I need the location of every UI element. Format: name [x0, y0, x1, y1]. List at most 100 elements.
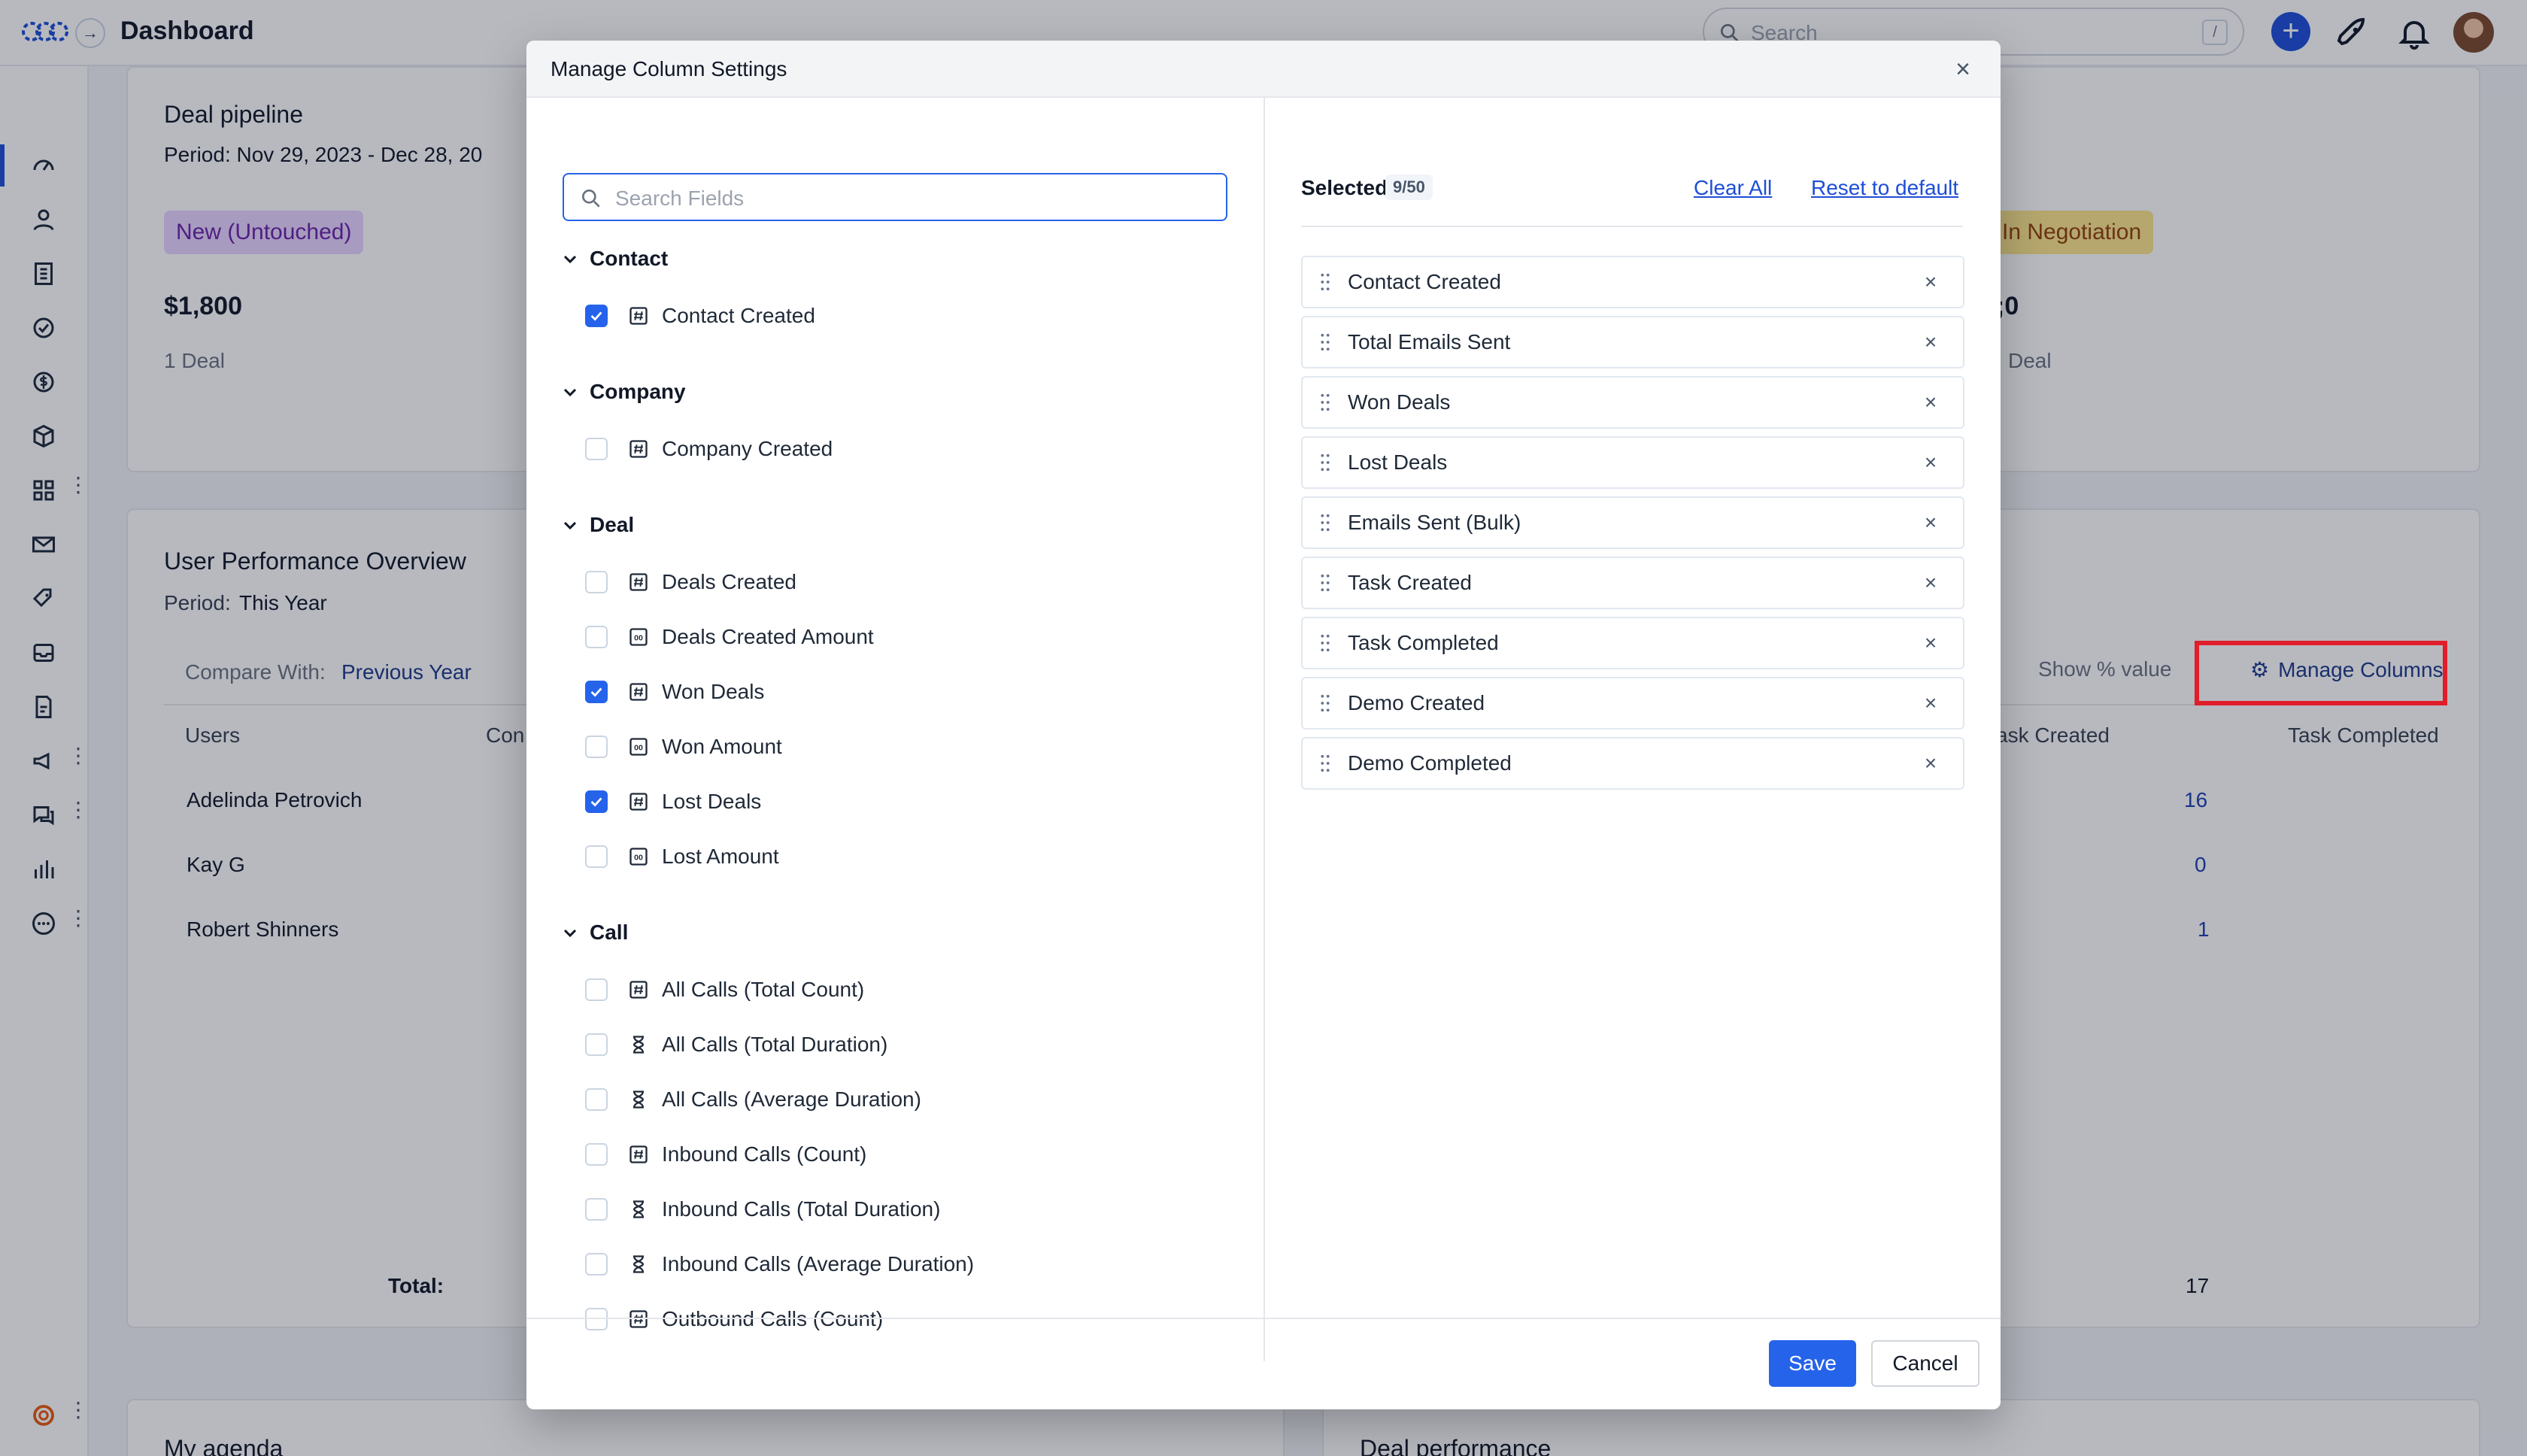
- field-option-label: Outbound Calls (Count): [662, 1307, 884, 1330]
- checkbox[interactable]: [585, 626, 608, 648]
- drag-handle-icon[interactable]: [1319, 453, 1337, 472]
- field-group-label: Contact: [590, 247, 669, 270]
- checkbox[interactable]: [585, 736, 608, 758]
- field-option[interactable]: All Calls (Average Duration): [585, 1084, 921, 1115]
- remove-icon[interactable]: ×: [1919, 330, 1942, 354]
- field-option[interactable]: All Calls (Total Duration): [585, 1030, 887, 1060]
- field-option[interactable]: Outbound Calls (Count): [585, 1304, 883, 1334]
- drag-handle-icon[interactable]: [1319, 393, 1337, 412]
- decimal-field-icon: 00: [627, 845, 650, 868]
- chevron-down-icon: [563, 929, 577, 938]
- svg-text:00: 00: [634, 744, 643, 753]
- checkbox[interactable]: [585, 571, 608, 593]
- remove-icon[interactable]: ×: [1919, 571, 1942, 595]
- chevron-down-icon: [563, 255, 577, 264]
- selected-fields-pane: Selected 9/50 Clear All Reset to default…: [1265, 98, 2001, 1361]
- selected-field-label: Lost Deals: [1348, 450, 1448, 474]
- drag-handle-icon[interactable]: [1319, 754, 1337, 773]
- field-option-label: Deals Created: [662, 570, 796, 593]
- field-option[interactable]: Inbound Calls (Count): [585, 1139, 866, 1169]
- field-option[interactable]: 00 Won Amount: [585, 732, 782, 762]
- checkbox[interactable]: [585, 1253, 608, 1276]
- check-icon: [590, 311, 602, 321]
- selected-field-item[interactable]: Task Completed ×: [1301, 617, 1964, 669]
- field-option[interactable]: Inbound Calls (Total Duration): [585, 1194, 940, 1224]
- available-fields-pane: Search Fields Contact Contact Created Comp…: [526, 98, 1265, 1361]
- close-icon: ×: [1955, 55, 1970, 83]
- save-button[interactable]: Save: [1769, 1340, 1856, 1387]
- checkbox-checked[interactable]: [585, 790, 608, 813]
- hourglass-icon: [627, 1253, 650, 1276]
- field-option[interactable]: All Calls (Total Count): [585, 975, 864, 1005]
- remove-icon[interactable]: ×: [1919, 751, 1942, 775]
- field-group-header[interactable]: Call: [561, 921, 628, 945]
- checkbox[interactable]: [585, 1143, 608, 1166]
- drag-handle-icon[interactable]: [1319, 272, 1337, 292]
- selected-count-badge: 9/50: [1385, 174, 1433, 200]
- remove-icon[interactable]: ×: [1919, 390, 1942, 414]
- dialog-header: Manage Column Settings ×: [526, 41, 2001, 98]
- field-option-label: Inbound Calls (Total Duration): [662, 1197, 941, 1221]
- field-option[interactable]: Won Deals: [585, 677, 764, 707]
- check-icon: [590, 687, 602, 697]
- checkbox-checked[interactable]: [585, 305, 608, 327]
- number-field-icon: [627, 1308, 650, 1330]
- clear-all-link[interactable]: Clear All: [1694, 176, 1772, 200]
- checkbox[interactable]: [585, 1198, 608, 1221]
- field-option[interactable]: Contact Created: [585, 301, 815, 331]
- reset-to-default-link[interactable]: Reset to default: [1811, 176, 1958, 200]
- remove-icon[interactable]: ×: [1919, 270, 1942, 294]
- checkbox[interactable]: [585, 1033, 608, 1056]
- field-group-header[interactable]: Deal: [561, 513, 634, 537]
- field-group-label: Company: [590, 380, 686, 403]
- field-option-label: Contact Created: [662, 304, 815, 327]
- field-option-label: Company Created: [662, 437, 833, 460]
- selected-field-label: Contact Created: [1348, 270, 1501, 293]
- selected-field-item[interactable]: Demo Created ×: [1301, 677, 1964, 730]
- field-search-placeholder: Search Fields: [615, 187, 745, 210]
- cancel-button[interactable]: Cancel: [1871, 1340, 1979, 1387]
- selected-field-item[interactable]: Won Deals ×: [1301, 376, 1964, 429]
- remove-icon[interactable]: ×: [1919, 511, 1942, 535]
- selected-label: Selected: [1301, 176, 1388, 199]
- field-option[interactable]: Lost Deals: [585, 787, 761, 817]
- selected-field-item[interactable]: Emails Sent (Bulk) ×: [1301, 496, 1964, 549]
- drag-handle-icon[interactable]: [1319, 633, 1337, 653]
- field-option[interactable]: Deals Created: [585, 567, 796, 597]
- field-option[interactable]: Outbound Calls (Total Duration): [585, 1359, 957, 1361]
- checkbox[interactable]: [585, 978, 608, 1001]
- selected-field-item[interactable]: Lost Deals ×: [1301, 436, 1964, 489]
- checkbox[interactable]: [585, 1308, 608, 1330]
- dialog-title: Manage Column Settings: [551, 57, 787, 80]
- number-field-icon: [627, 978, 650, 1001]
- checkbox[interactable]: [585, 1088, 608, 1111]
- field-group-header[interactable]: Contact: [561, 247, 668, 271]
- chevron-down-icon: [563, 388, 577, 397]
- selected-field-item[interactable]: Total Emails Sent ×: [1301, 316, 1964, 369]
- close-button[interactable]: ×: [1948, 54, 1978, 84]
- check-icon: [590, 797, 602, 807]
- selected-field-item[interactable]: Contact Created ×: [1301, 256, 1964, 308]
- checkbox-checked[interactable]: [585, 681, 608, 703]
- drag-handle-icon[interactable]: [1319, 513, 1337, 532]
- decimal-field-icon: 00: [627, 736, 650, 758]
- selected-field-item[interactable]: Demo Completed ×: [1301, 737, 1964, 790]
- selected-field-item[interactable]: Task Created ×: [1301, 557, 1964, 609]
- drag-handle-icon[interactable]: [1319, 573, 1337, 593]
- remove-icon[interactable]: ×: [1919, 631, 1942, 655]
- field-option-label: All Calls (Total Duration): [662, 1033, 888, 1056]
- field-option[interactable]: 00 Deals Created Amount: [585, 622, 874, 652]
- drag-handle-icon[interactable]: [1319, 693, 1337, 713]
- checkbox[interactable]: [585, 845, 608, 868]
- hourglass-icon: [627, 1198, 650, 1221]
- field-group-header[interactable]: Company: [561, 380, 686, 404]
- drag-handle-icon[interactable]: [1319, 332, 1337, 352]
- remove-icon[interactable]: ×: [1919, 450, 1942, 475]
- remove-icon[interactable]: ×: [1919, 691, 1942, 715]
- field-option[interactable]: 00 Lost Amount: [585, 842, 779, 872]
- field-option[interactable]: Inbound Calls (Average Duration): [585, 1249, 974, 1279]
- field-option[interactable]: Company Created: [585, 434, 833, 464]
- field-search-input[interactable]: Search Fields: [563, 173, 1227, 221]
- hourglass-icon: [627, 1088, 650, 1111]
- checkbox[interactable]: [585, 438, 608, 460]
